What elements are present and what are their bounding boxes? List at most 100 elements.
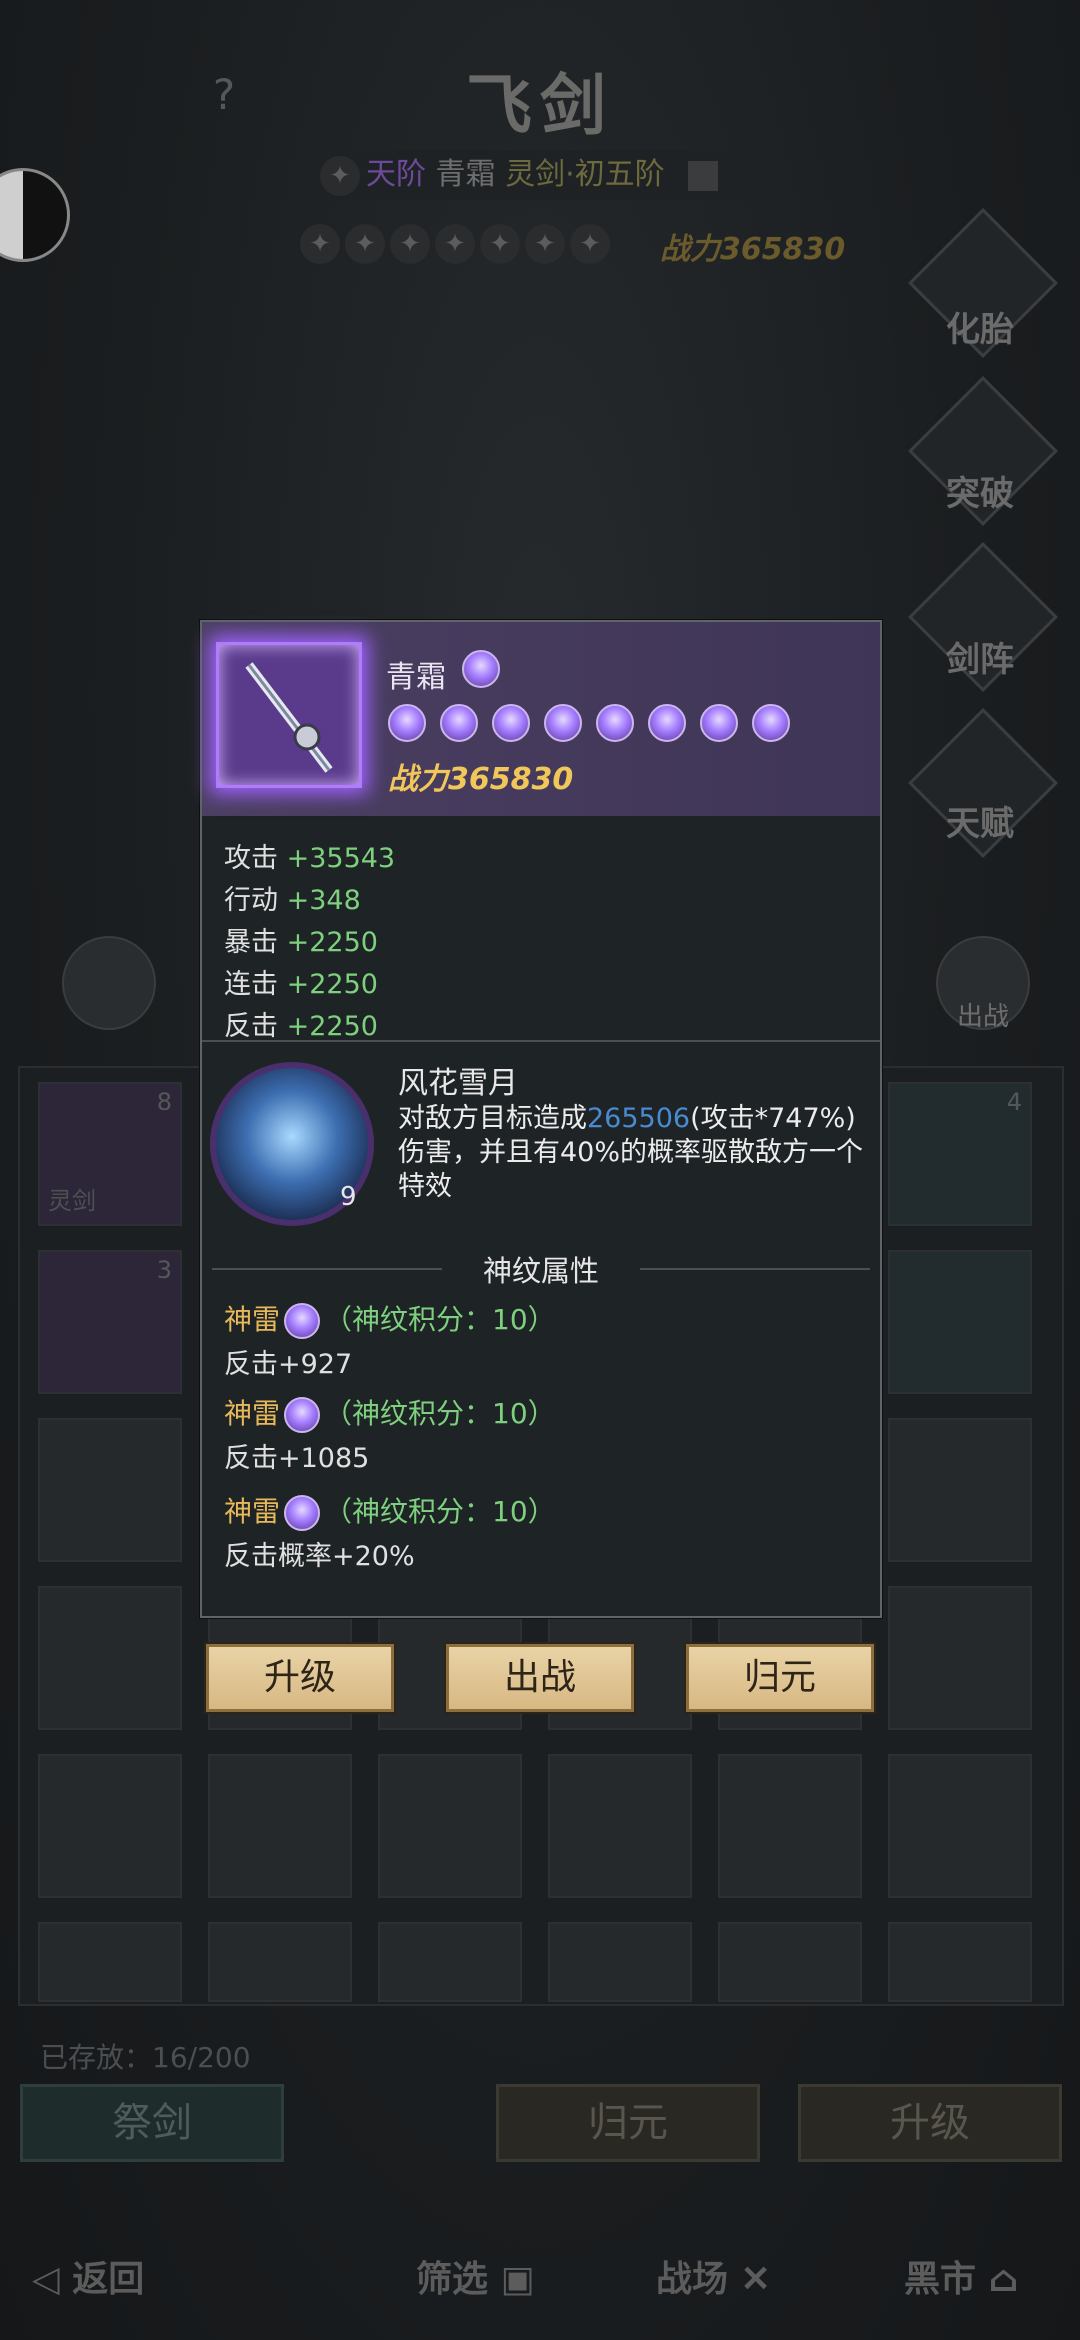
gem-icon: ✦ (570, 224, 610, 264)
side-menu-label: 剑阵 (946, 640, 1014, 680)
rune-effect-label: 反击 (224, 1443, 278, 1474)
stat-value: +35543 (286, 843, 396, 874)
rune-header: 神雷 （神纹积分：10） (224, 1298, 556, 1339)
rune-header: 神雷 （神纹积分：10） (224, 1490, 556, 1531)
rune-effect-label: 反击概率 (224, 1541, 332, 1572)
star-gem-icon (440, 704, 478, 742)
gem-icon: ✦ (390, 224, 430, 264)
page-title: 飞剑 (466, 66, 614, 144)
rune-score: （神纹积分：10） (324, 1495, 556, 1528)
rune-score: （神纹积分：10） (324, 1397, 556, 1430)
cell-tag: 灵剑 (48, 1187, 96, 1215)
sacrifice-button[interactable]: 祭剑 (20, 2084, 284, 2162)
rune-effect: 反击+1085 (224, 1436, 369, 1475)
sword-type: 灵剑 (505, 157, 566, 192)
crossed-swords-icon: ✕ (728, 2258, 771, 2300)
upgrade-button[interactable]: 升级 (798, 2084, 1062, 2162)
stat-row: 连击 +2250 (224, 962, 378, 1001)
gem-icon: ✦ (435, 224, 475, 264)
filter-nav[interactable]: 筛选 ▣ (416, 2250, 535, 2302)
sword-power: 战力365830 (388, 762, 574, 797)
grid-cell[interactable] (888, 1754, 1032, 1898)
stat-row: 反击 +2250 (224, 1004, 378, 1043)
sword-tier-gem-icon (462, 650, 500, 688)
sword-icon (216, 642, 362, 788)
grid-cell[interactable] (38, 1586, 182, 1730)
header-power: 战力365830 (660, 232, 846, 267)
grid-cell[interactable] (548, 1922, 692, 2002)
grid-cell[interactable] (208, 1922, 352, 2002)
skill-desc-pre: 对敌方目标造成 (398, 1103, 587, 1134)
grid-cell[interactable] (718, 1922, 862, 2002)
stat-row: 行动 +348 (224, 878, 361, 917)
stat-value: +2250 (286, 927, 378, 958)
grid-cell[interactable] (888, 1922, 1032, 2002)
rune-name: 神雷 (224, 1495, 281, 1528)
sword-icon-graphic (245, 662, 333, 773)
divider (202, 1040, 880, 1042)
grid-cell[interactable] (888, 1586, 1032, 1730)
grid-cell[interactable] (38, 1922, 182, 2002)
grid-cell[interactable] (38, 1418, 182, 1562)
back-label: 返回 (72, 2258, 145, 2300)
sword-name-label: 青霜 (386, 660, 446, 695)
header-gem-row: ✦ ✦ ✦ ✦ ✦ ✦ ✦ (300, 224, 610, 268)
cell-count: 8 (156, 1088, 172, 1116)
grid-cell[interactable] (888, 1418, 1032, 1562)
rune-score: （神纹积分：10） (324, 1303, 556, 1336)
grid-cell[interactable]: 3 (38, 1250, 182, 1394)
stat-value: +2250 (286, 1011, 378, 1042)
storage-count: 已存放：16/200 (40, 2041, 251, 2074)
grid-cell[interactable]: 4 (888, 1082, 1032, 1226)
grid-cell[interactable] (888, 1250, 1032, 1394)
grid-cell[interactable] (378, 1922, 522, 2002)
battle-label: 战场 (656, 2258, 729, 2300)
back-nav[interactable]: ◁ 返回 (32, 2250, 144, 2302)
rune-gem-icon (284, 1495, 321, 1531)
deploy-round-button[interactable]: 出战 (936, 936, 1030, 1032)
lock-icon[interactable] (688, 160, 719, 191)
sword-name: 青霜 (435, 157, 496, 192)
market-nav[interactable]: 黑市 ⌂ (904, 2250, 1019, 2302)
grid-cell[interactable] (378, 1754, 522, 1898)
return-button[interactable]: 归元 (496, 2084, 760, 2162)
skill-desc-damage: 265506 (587, 1103, 691, 1134)
section-line-right (640, 1268, 870, 1270)
deploy-round-label: 出战 (956, 1002, 1009, 1032)
star-gem-icon (648, 704, 686, 742)
star-gem-icon (492, 704, 530, 742)
popup-upgrade-button[interactable]: 升级 (206, 1644, 394, 1712)
skill-level: 9 (340, 1182, 357, 1212)
cell-count: 4 (1006, 1088, 1022, 1116)
skill-name: 风花雪月 (398, 1066, 518, 1101)
side-menu-label: 突破 (946, 474, 1014, 514)
stat-label: 暴击 (224, 927, 278, 958)
grid-cell[interactable] (718, 1754, 862, 1898)
grid-cell[interactable] (38, 1754, 182, 1898)
grid-cell[interactable] (548, 1754, 692, 1898)
stat-row: 攻击 +35543 (224, 836, 395, 875)
tier-gem-icon: ✦ (320, 155, 360, 196)
popup-deploy-button[interactable]: 出战 (446, 1644, 634, 1712)
rune-gem-icon (284, 1397, 321, 1433)
stat-value: +2250 (286, 969, 378, 1000)
gem-icon: ✦ (345, 224, 385, 264)
rune-effect-value: +20% (332, 1541, 415, 1572)
rune-effect-value: +927 (278, 1349, 353, 1380)
rune-gem-icon (284, 1303, 321, 1339)
rune-effect: 反击+927 (224, 1342, 352, 1381)
round-button-left[interactable] (62, 936, 156, 1030)
star-gem-icon (596, 704, 634, 742)
rune-name: 神雷 (224, 1303, 281, 1336)
sword-info-bar: ✦ 天阶 青霜 灵剑·初五阶 (300, 150, 770, 200)
rune-header: 神雷 （神纹积分：10） (224, 1392, 556, 1433)
battle-nav[interactable]: 战场 ✕ (656, 2250, 771, 2302)
filter-icon: ▣ (488, 2258, 535, 2300)
popup-return-button[interactable]: 归元 (686, 1644, 874, 1712)
grid-cell[interactable] (208, 1754, 352, 1898)
rune-name: 神雷 (224, 1397, 281, 1430)
skill-description: 对敌方目标造成265506(攻击*747%)伤害，并且有40%的概率驱散敌方一个… (398, 1102, 868, 1204)
filter-label: 筛选 (416, 2258, 489, 2300)
grid-cell[interactable]: 8 灵剑 (38, 1082, 182, 1226)
stat-label: 攻击 (224, 843, 278, 874)
